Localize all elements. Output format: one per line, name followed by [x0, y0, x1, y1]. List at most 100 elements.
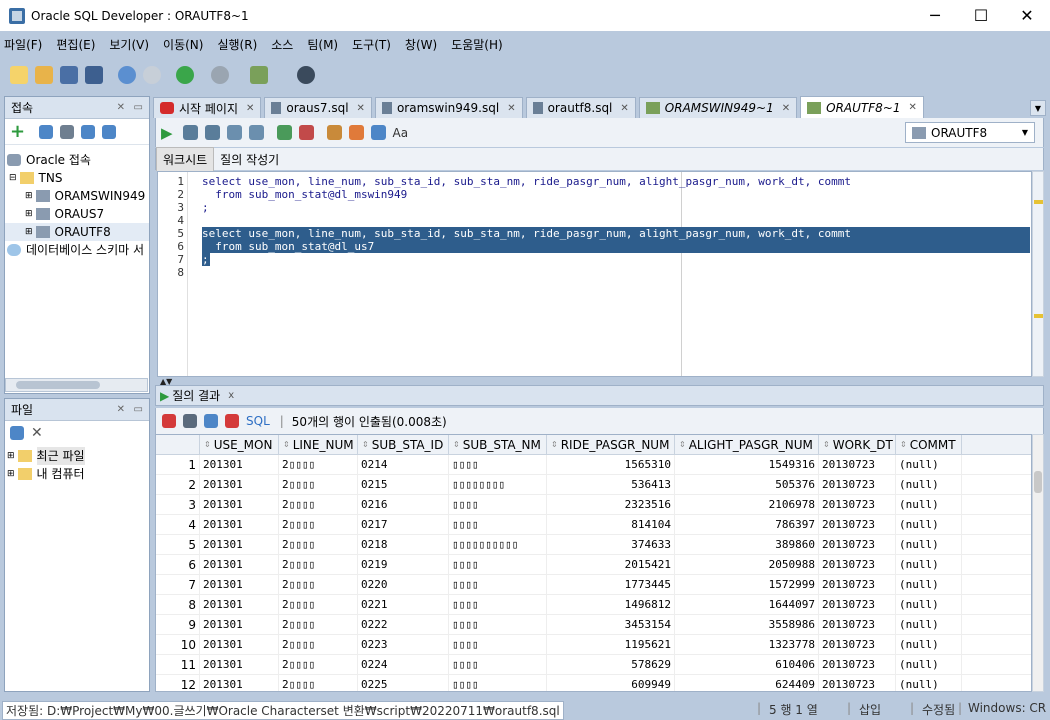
pin-icon[interactable]: [162, 414, 176, 428]
column-header[interactable]: ⇕ WORK_DT: [819, 435, 896, 454]
table-row[interactable]: 3 201301 2▯▯▯▯ 0216 ▯▯▯▯ 2323516 2106978…: [156, 495, 1031, 515]
menu-navigate[interactable]: 이동(N): [163, 36, 203, 53]
clear-icon[interactable]: [348, 125, 364, 140]
minimize-panel-icon[interactable]: ▭: [134, 404, 143, 415]
column-header[interactable]: ⇕ SUB_STA_NM: [449, 435, 547, 454]
expand-icon[interactable]: ⊞: [7, 465, 15, 483]
tab-oraus7-sql[interactable]: oraus7.sql ✕: [264, 97, 372, 118]
tns-icon[interactable]: [102, 124, 117, 139]
delete-icon[interactable]: ✕: [31, 425, 43, 441]
column-header[interactable]: ⇕ RIDE_PASGR_NUM: [547, 435, 675, 454]
menu-tools[interactable]: 도구(T): [352, 36, 391, 53]
add-connection-icon[interactable]: +: [10, 121, 25, 142]
menu-team[interactable]: 팀(M): [307, 36, 338, 53]
expand-icon[interactable]: ⊞: [25, 223, 33, 241]
connection-select[interactable]: ORAUTF8 ▼: [905, 122, 1035, 143]
editor-overview-ruler[interactable]: [1032, 171, 1044, 377]
column-header[interactable]: ⇕ SUB_STA_ID: [358, 435, 449, 454]
tab-query-builder[interactable]: 질의 작성기: [214, 148, 285, 171]
tab-orautf8-worksheet[interactable]: ORAUTF8~1 ✕: [800, 96, 924, 118]
close-icon[interactable]: ✕: [117, 404, 125, 415]
print-icon[interactable]: [183, 414, 197, 428]
sql-link[interactable]: SQL: [246, 414, 270, 428]
tab-oramswin949-worksheet[interactable]: ORAMSWIN949~1 ✕: [638, 97, 798, 118]
tab-list-dropdown-icon[interactable]: ▼: [1030, 100, 1046, 116]
unshared-sql-icon[interactable]: [326, 125, 342, 140]
close-icon[interactable]: ✕: [357, 103, 365, 114]
save-icon[interactable]: [60, 66, 78, 84]
commit-icon[interactable]: [276, 125, 292, 140]
autotrace-icon[interactable]: [204, 125, 220, 140]
close-button[interactable]: ✕: [1004, 0, 1050, 31]
back-icon[interactable]: [176, 66, 194, 84]
connections-hscrollbar[interactable]: [5, 378, 148, 392]
table-row[interactable]: 7 201301 2▯▯▯▯ 0220 ▯▯▯▯ 1773445 1572999…: [156, 575, 1031, 595]
tree-item-tns[interactable]: ⊟ TNS: [5, 169, 149, 187]
menu-source[interactable]: 소스: [271, 36, 293, 53]
sql-editor[interactable]: 1 2 3 4 5 6 7 8 select use_mon, line_num…: [157, 171, 1032, 377]
close-icon[interactable]: ✕: [507, 103, 515, 114]
menu-edit[interactable]: 편집(E): [56, 36, 95, 53]
tab-worksheet[interactable]: 워크시트: [156, 147, 215, 171]
table-row[interactable]: 2 201301 2▯▯▯▯ 0215 ▯▯▯▯▯▯▯▯ 536413 5053…: [156, 475, 1031, 495]
tree-item-orautf8[interactable]: ⊞ ORAUTF8: [5, 223, 149, 241]
minimize-button[interactable]: ─: [912, 0, 958, 31]
table-row[interactable]: 5 201301 2▯▯▯▯ 0218 ▯▯▯▯▯▯▯▯▯▯ 374633 38…: [156, 535, 1031, 555]
refresh-icon[interactable]: [39, 124, 54, 139]
tree-item-oraus7[interactable]: ⊞ ORAUS7: [5, 205, 149, 223]
redo-icon[interactable]: [143, 66, 161, 84]
column-header[interactable]: ⇕ COMMT: [896, 435, 962, 454]
close-icon[interactable]: ✕: [908, 102, 916, 113]
close-icon[interactable]: ✕: [782, 103, 790, 114]
format-case-icon[interactable]: Aa: [393, 126, 409, 140]
tree-item-oracle-connections[interactable]: Oracle 접속: [5, 151, 149, 169]
new-file-icon[interactable]: [10, 66, 28, 84]
tree-item-db-schema[interactable]: 데이터베이스 스키마 서: [5, 241, 149, 259]
rollback-icon[interactable]: [298, 125, 314, 140]
forward-icon[interactable]: [211, 66, 229, 84]
tab-start-page[interactable]: 시작 페이지 ✕: [153, 97, 262, 118]
menu-file[interactable]: 파일(F): [4, 36, 42, 53]
minimize-panel-icon[interactable]: ▭: [134, 102, 143, 113]
tree-item-my-computer[interactable]: ⊞ 내 컴퓨터: [5, 465, 149, 483]
tree-item-oramswin949[interactable]: ⊞ ORAMSWIN949: [5, 187, 149, 205]
refresh-icon[interactable]: [204, 414, 218, 428]
menu-run[interactable]: 실행(R): [217, 36, 257, 53]
menu-window[interactable]: 창(W): [405, 36, 437, 53]
tab-orautf8-sql[interactable]: orautf8.sql ✕: [525, 97, 636, 118]
tree-item-recent-files[interactable]: ⊞ 최근 파일: [5, 447, 149, 465]
expand-icon[interactable]: ⊞: [25, 205, 33, 223]
run-script-icon[interactable]: [182, 125, 198, 140]
scroll-thumb[interactable]: [1034, 471, 1042, 493]
warning-marker[interactable]: [1034, 314, 1043, 318]
expand-icon[interactable]: ⊞: [7, 447, 15, 465]
close-icon[interactable]: ✕: [117, 102, 125, 113]
table-row[interactable]: 4 201301 2▯▯▯▯ 0217 ▯▯▯▯ 814104 786397 2…: [156, 515, 1031, 535]
run-statement-icon[interactable]: ▶: [161, 124, 173, 142]
table-row[interactable]: 6 201301 2▯▯▯▯ 0219 ▯▯▯▯ 2015421 2050988…: [156, 555, 1031, 575]
table-row[interactable]: 12 201301 2▯▯▯▯ 0225 ▯▯▯▯ 609949 624409 …: [156, 675, 1031, 691]
results-vscrollbar[interactable]: [1032, 434, 1044, 692]
scroll-thumb[interactable]: [16, 381, 100, 389]
close-icon[interactable]: ✕: [246, 103, 254, 114]
column-header[interactable]: ⇕ LINE_NUM: [279, 435, 358, 454]
table-row[interactable]: 11 201301 2▯▯▯▯ 0224 ▯▯▯▯ 578629 610406 …: [156, 655, 1031, 675]
undo-icon[interactable]: [118, 66, 136, 84]
refresh-icon[interactable]: [10, 426, 24, 440]
sql-tuning-icon[interactable]: [248, 125, 264, 140]
history-icon[interactable]: [370, 125, 386, 140]
schema-browser-icon[interactable]: [81, 124, 96, 139]
maximize-button[interactable]: ☐: [958, 0, 1004, 31]
binoculars-icon[interactable]: [297, 66, 315, 84]
collapse-icon[interactable]: ⊟: [9, 169, 17, 187]
warning-marker[interactable]: [1034, 200, 1043, 204]
table-row[interactable]: 1 201301 2▯▯▯▯ 0214 ▯▯▯▯ 1565310 1549316…: [156, 455, 1031, 475]
table-row[interactable]: 8 201301 2▯▯▯▯ 0221 ▯▯▯▯ 1496812 1644097…: [156, 595, 1031, 615]
tab-query-result[interactable]: 질의 결과: [172, 387, 220, 404]
open-folder-icon[interactable]: [35, 66, 53, 84]
column-header[interactable]: ⇕ USE_MON: [200, 435, 279, 454]
explain-plan-icon[interactable]: [226, 125, 242, 140]
cancel-fetch-icon[interactable]: [225, 414, 239, 428]
menu-help[interactable]: 도움말(H): [451, 36, 503, 53]
tab-oramswin949-sql[interactable]: oramswin949.sql ✕: [374, 97, 523, 118]
